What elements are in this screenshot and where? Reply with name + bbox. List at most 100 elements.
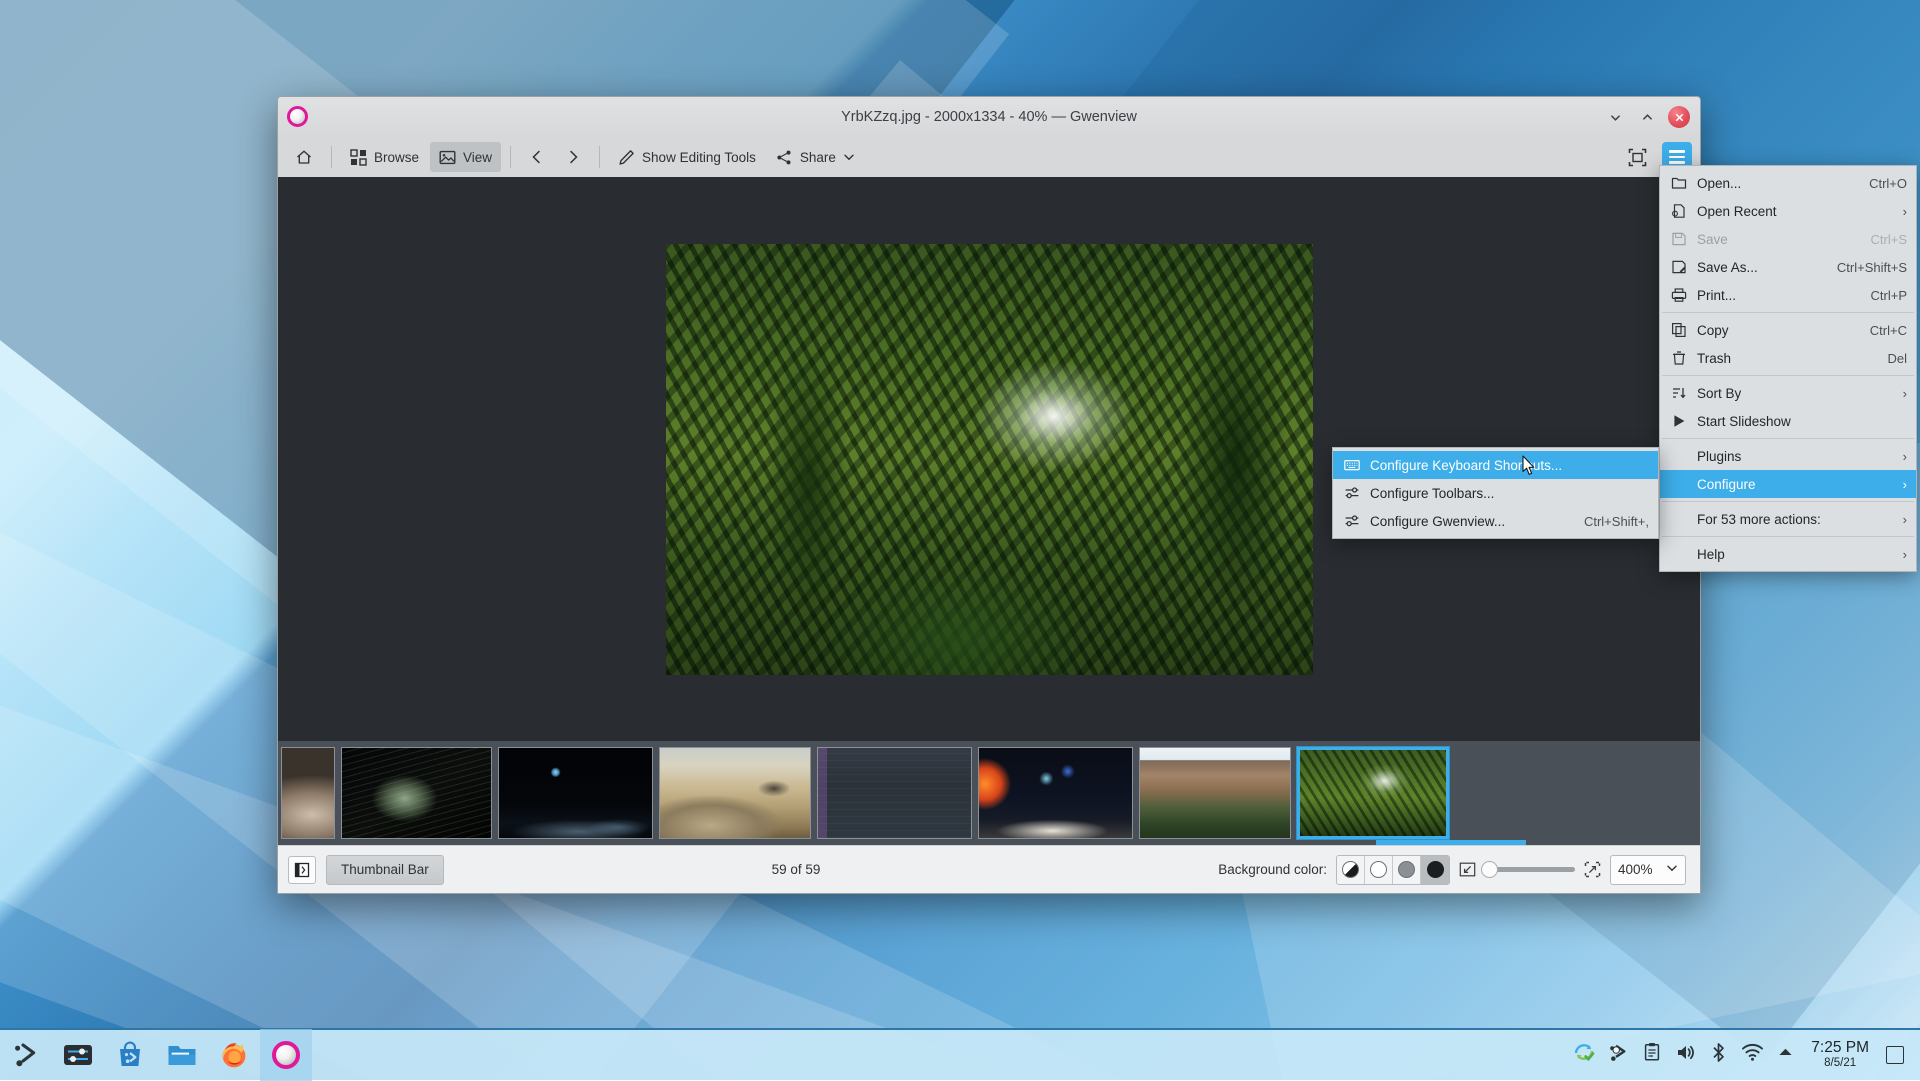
show-hidden-icon[interactable] [1777, 1045, 1794, 1064]
close-icon[interactable] [1668, 106, 1690, 128]
updates-icon[interactable] [1573, 1041, 1595, 1068]
submenu-item-shortcut: Ctrl+Shift+, [1584, 514, 1649, 529]
submenu-arrow-icon: › [1903, 449, 1907, 464]
menu-item-copy[interactable]: Copy Ctrl+C [1660, 316, 1916, 344]
home-icon [295, 148, 313, 166]
fullscreen-button[interactable] [1619, 142, 1656, 172]
taskbar-clock[interactable]: 7:25 PM 8/5/21 [1811, 1040, 1869, 1069]
play-icon [1670, 413, 1687, 430]
menu-item-label: Sort By [1697, 386, 1893, 401]
menu-item-shortcut: Ctrl+O [1869, 176, 1907, 191]
show-desktop-icon[interactable] [1886, 1046, 1904, 1064]
thumbnail-moon-surface[interactable] [281, 747, 335, 839]
clipboard-icon[interactable] [1642, 1042, 1662, 1067]
kde-connect-icon[interactable] [1608, 1042, 1629, 1068]
zoom-level-value: 400% [1618, 862, 1666, 877]
menu-item-configure[interactable]: Configure › [1660, 470, 1916, 498]
thumbnail-solar-system[interactable] [978, 747, 1133, 839]
menu-item-plugins[interactable]: Plugins › [1660, 442, 1916, 470]
taskbar-application-launcher[interactable] [0, 1029, 52, 1081]
maximize-icon[interactable] [1636, 106, 1658, 128]
menu-item-trash[interactable]: Trash Del [1660, 344, 1916, 372]
chevron-right-icon [565, 149, 581, 165]
thumbnail-video-editor-ui[interactable] [817, 747, 972, 839]
show-editing-tools-button[interactable]: Show Editing Tools [609, 142, 765, 172]
submenu-item-configure-gwenview[interactable]: Configure Gwenview... Ctrl+Shift+, [1333, 507, 1658, 535]
menu-separator [1662, 536, 1914, 537]
menu-item-shortcut: Ctrl+P [1871, 288, 1907, 303]
empty-icon [1670, 448, 1687, 465]
actual-size-icon[interactable] [1584, 861, 1601, 878]
zoom-slider-handle[interactable] [1481, 861, 1498, 878]
sidebar-toggle-icon[interactable] [288, 856, 316, 884]
next-image-button[interactable] [556, 142, 590, 172]
submenu-item-configure-toolbars[interactable]: Configure Toolbars... [1333, 479, 1658, 507]
taskbar-firefox[interactable] [208, 1029, 260, 1081]
menu-item-open[interactable]: Open... Ctrl+O [1660, 169, 1916, 197]
empty-icon [1670, 476, 1687, 493]
menu-item-more-actions[interactable]: For 53 more actions: › [1660, 505, 1916, 533]
view-button[interactable]: View [430, 142, 501, 172]
thumbnail-space-station[interactable] [341, 747, 492, 839]
previous-image-button[interactable] [520, 142, 554, 172]
thumbnail-mossy-forest[interactable] [1297, 747, 1449, 839]
configure-icon [1343, 513, 1360, 530]
swatch-checkerboard[interactable] [1337, 856, 1365, 884]
view-label: View [463, 150, 492, 165]
save-icon [1670, 231, 1687, 248]
taskbar-launchers [0, 1029, 312, 1081]
menu-item-label: Trash [1697, 351, 1877, 366]
menu-item-start-slideshow[interactable]: Start Slideshow [1660, 407, 1916, 435]
configure-submenu[interactable]: Configure Keyboard Shortcuts... Configur… [1332, 447, 1659, 539]
mouse-cursor [1522, 455, 1536, 477]
bluetooth-icon[interactable] [1709, 1042, 1728, 1068]
swatch-gray[interactable] [1393, 856, 1421, 884]
taskbar: 7:25 PM 8/5/21 [0, 1028, 1920, 1080]
menu-item-label: Save [1697, 232, 1861, 247]
thumbnail-scrollbar[interactable] [1376, 840, 1526, 845]
menu-item-sort-by[interactable]: Sort By › [1660, 379, 1916, 407]
swatch-white[interactable] [1365, 856, 1393, 884]
minimize-icon[interactable] [1604, 106, 1626, 128]
taskbar-system-settings[interactable] [52, 1029, 104, 1081]
view-controls-group: Background color: [1218, 855, 1686, 885]
clock-time: 7:25 PM [1811, 1040, 1869, 1057]
zoom-level-dropdown[interactable]: 400% [1610, 855, 1686, 885]
menu-item-shortcut: Ctrl+C [1870, 323, 1907, 338]
folder-open-icon [1670, 175, 1687, 192]
thumbnail-mount-roraima[interactable] [1139, 747, 1291, 839]
taskbar-file-manager[interactable] [156, 1029, 208, 1081]
menu-item-save-as[interactable]: Save As... Ctrl+Shift+S [1660, 253, 1916, 281]
menu-item-open-recent[interactable]: Open Recent › [1660, 197, 1916, 225]
menu-item-help[interactable]: Help › [1660, 540, 1916, 568]
toolbar-separator [510, 146, 511, 168]
submenu-item-keyboard-shortcuts[interactable]: Configure Keyboard Shortcuts... [1333, 451, 1658, 479]
taskbar-discover-store[interactable] [104, 1029, 156, 1081]
system-tray: 7:25 PM 8/5/21 [1573, 1040, 1920, 1069]
application-menu[interactable]: Open... Ctrl+O Open Recent › Save Ctrl+S… [1659, 165, 1917, 572]
thumbnail-bar[interactable] [278, 741, 1700, 845]
thumbnail-desert-dunes[interactable] [659, 747, 811, 839]
wifi-icon[interactable] [1741, 1042, 1764, 1067]
menu-item-shortcut: Del [1887, 351, 1907, 366]
fit-to-window-icon[interactable] [1459, 861, 1476, 878]
menu-item-label: Start Slideshow [1697, 414, 1907, 429]
submenu-arrow-icon: › [1903, 512, 1907, 527]
zoom-slider[interactable] [1485, 867, 1575, 872]
title-bar[interactable]: YrbKZzq.jpg - 2000x1334 - 40% — Gwenview [278, 97, 1700, 137]
thumbnail-night-earth[interactable] [498, 747, 653, 839]
browse-button[interactable]: Browse [341, 142, 428, 172]
menu-item-label: For 53 more actions: [1697, 512, 1893, 527]
share-button[interactable]: Share [767, 142, 864, 172]
volume-icon[interactable] [1675, 1042, 1696, 1068]
swatch-black[interactable] [1421, 856, 1449, 884]
menu-separator [1662, 312, 1914, 313]
submenu-arrow-icon: › [1903, 477, 1907, 492]
home-button[interactable] [286, 142, 322, 172]
menu-item-label: Help [1697, 547, 1893, 562]
share-icon [776, 149, 793, 166]
toolbar-separator [331, 146, 332, 168]
taskbar-gwenview[interactable] [260, 1029, 312, 1081]
menu-item-print[interactable]: Print... Ctrl+P [1660, 281, 1916, 309]
chevron-down-icon [1666, 862, 1678, 877]
